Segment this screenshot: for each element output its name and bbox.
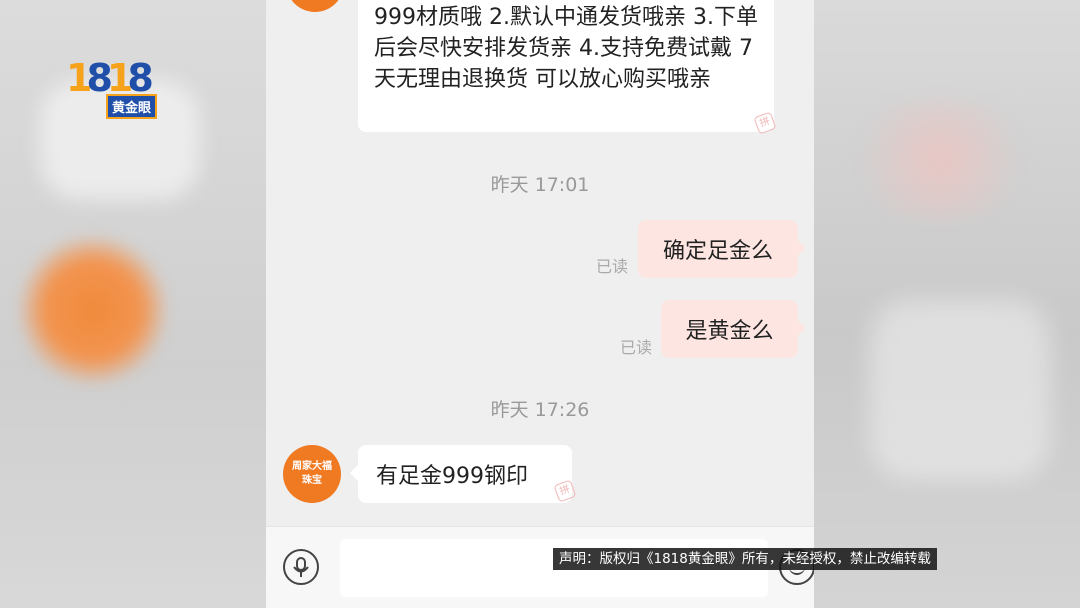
seller-avatar[interactable]	[286, 0, 344, 12]
read-status: 已读	[596, 257, 629, 276]
read-status: 已读	[620, 338, 653, 357]
incoming-message-bubble[interactable]: 999材质哦 2.默认中通发货哦亲 3.下单后会尽快安排发货亲 4.支持免费试戴…	[358, 0, 774, 132]
microphone-icon[interactable]	[283, 549, 319, 585]
timestamp: 昨天 17:26	[490, 399, 590, 421]
message-text: 999材质哦 2.默认中通发货哦亲 3.下单后会尽快安排发货亲 4.支持免费试戴…	[374, 5, 758, 92]
avatar-text-line1: 周家大福	[292, 461, 332, 472]
logo-subtitle: 黄金眼	[106, 94, 158, 119]
channel-logo: 1818 黄金眼	[66, 58, 166, 124]
blur-shape-orange	[18, 235, 168, 385]
logo-number: 1818	[66, 56, 154, 100]
copyright-disclaimer: 声明：版权归《1818黄金眼》所有，未经授权，禁止改编转载	[553, 548, 937, 570]
avatar-text-line2: 珠宝	[302, 475, 322, 486]
avatar-text: 周家大福 珠宝	[292, 460, 332, 488]
blur-shape-pink	[840, 100, 1040, 220]
message-text: 有足金999钢印	[376, 464, 528, 489]
outgoing-message-bubble[interactable]: 确定足金么	[638, 220, 806, 278]
chat-screen: 999材质哦 2.默认中通发货哦亲 3.下单后会尽快安排发货亲 4.支持免费试戴…	[266, 0, 814, 608]
blur-shape	[870, 300, 1050, 480]
seller-avatar[interactable]: 周家大福 珠宝	[283, 445, 341, 503]
outgoing-message-bubble[interactable]: 是黄金么	[661, 300, 806, 358]
timestamp: 昨天 17:01	[490, 174, 590, 196]
incoming-message-bubble[interactable]: 有足金999钢印	[350, 445, 572, 503]
blurred-background-right	[814, 0, 1080, 608]
